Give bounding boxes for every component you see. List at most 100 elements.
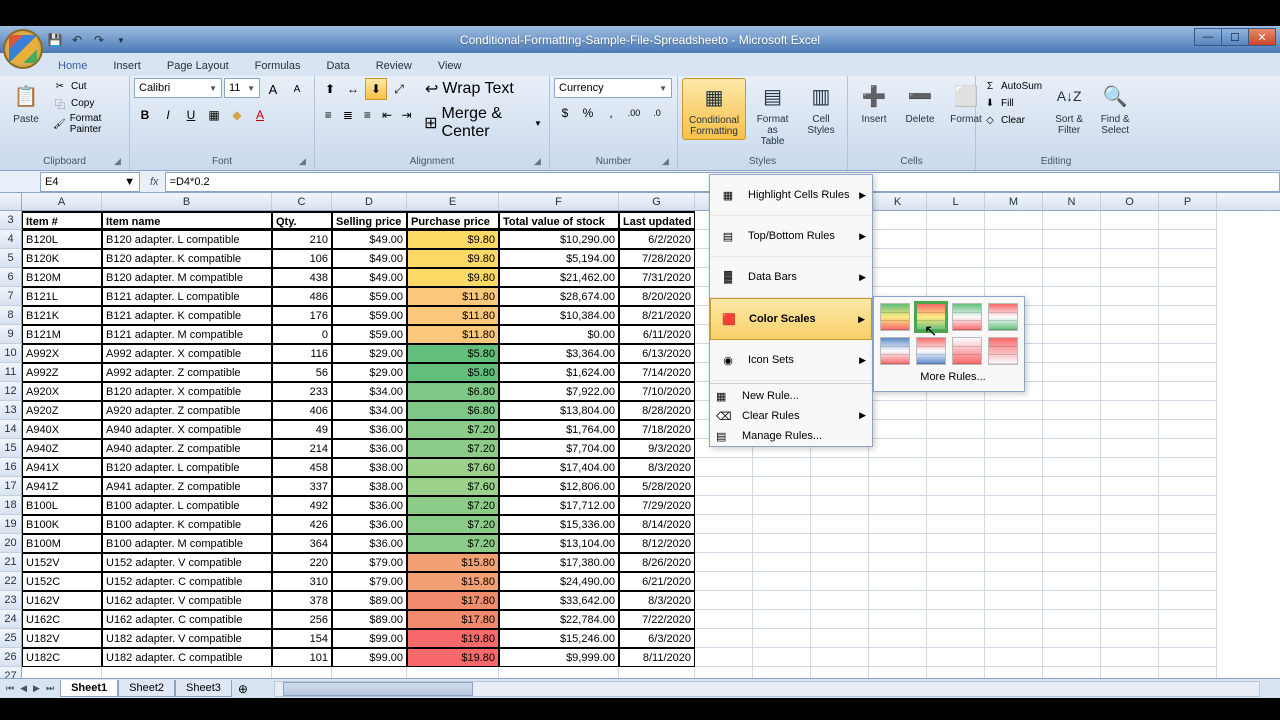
wrap-text-button[interactable]: ↩Wrap Text — [422, 78, 517, 100]
cell[interactable] — [1101, 534, 1159, 553]
cell[interactable] — [753, 610, 811, 629]
paste-button[interactable]: 📋 Paste — [4, 78, 48, 127]
cell[interactable]: B120 adapter. X compatible — [102, 382, 272, 401]
maximize-button[interactable]: ☐ — [1221, 28, 1249, 46]
cell[interactable]: $9.80 — [407, 249, 499, 268]
cell[interactable] — [1043, 306, 1101, 325]
cell[interactable] — [1159, 439, 1217, 458]
cell[interactable] — [1043, 420, 1101, 439]
cell[interactable] — [753, 553, 811, 572]
cell[interactable] — [927, 610, 985, 629]
cell[interactable] — [811, 534, 869, 553]
cell[interactable] — [1101, 591, 1159, 610]
cell[interactable] — [1043, 249, 1101, 268]
cell[interactable]: B120L — [22, 230, 102, 249]
color-scale-option-3[interactable] — [952, 303, 982, 331]
cell[interactable]: 49 — [272, 420, 332, 439]
cell[interactable] — [985, 629, 1043, 648]
cell[interactable] — [1101, 648, 1159, 667]
cell[interactable] — [1101, 610, 1159, 629]
cell[interactable]: U162C — [22, 610, 102, 629]
cell[interactable]: 337 — [272, 477, 332, 496]
cell[interactable] — [985, 610, 1043, 629]
header-cell[interactable]: Total value of stock — [499, 211, 619, 230]
cell[interactable]: $22,784.00 — [499, 610, 619, 629]
column-header-K[interactable]: K — [869, 193, 927, 210]
cell[interactable] — [985, 268, 1043, 287]
tab-data[interactable]: Data — [314, 56, 361, 76]
cell[interactable] — [1043, 496, 1101, 515]
cell[interactable] — [1043, 325, 1101, 344]
cell[interactable]: $11.80 — [407, 306, 499, 325]
cell[interactable] — [1101, 572, 1159, 591]
cell[interactable] — [985, 249, 1043, 268]
cell[interactable]: $17.80 — [407, 610, 499, 629]
cell[interactable] — [1101, 287, 1159, 306]
cell[interactable]: B100 adapter. M compatible — [102, 534, 272, 553]
cell[interactable] — [619, 667, 695, 678]
row-header-10[interactable]: 10 — [0, 344, 22, 363]
align-bottom-button[interactable]: ⬇ — [365, 78, 387, 100]
cell[interactable]: $15.80 — [407, 572, 499, 591]
cell[interactable] — [1043, 629, 1101, 648]
header-cell[interactable]: Item # — [22, 211, 102, 230]
cell[interactable]: 6/2/2020 — [619, 230, 695, 249]
cell[interactable]: B100 adapter. L compatible — [102, 496, 272, 515]
cell[interactable]: 106 — [272, 249, 332, 268]
cell[interactable] — [1101, 629, 1159, 648]
cell[interactable]: $15.80 — [407, 553, 499, 572]
cell[interactable]: $59.00 — [332, 287, 407, 306]
cut-button[interactable]: ✂Cut — [50, 78, 125, 94]
cell[interactable] — [927, 591, 985, 610]
cell[interactable]: B121K — [22, 306, 102, 325]
cell[interactable]: 7/10/2020 — [619, 382, 695, 401]
cell[interactable] — [985, 591, 1043, 610]
cell[interactable] — [927, 572, 985, 591]
sheet-nav-prev[interactable]: ◀ — [18, 681, 29, 696]
row-header-20[interactable]: 20 — [0, 534, 22, 553]
cell[interactable]: A992X — [22, 344, 102, 363]
color-scale-option-6[interactable] — [916, 337, 946, 365]
cell[interactable]: $21,462.00 — [499, 268, 619, 287]
cell[interactable] — [1159, 211, 1217, 230]
cell[interactable] — [753, 591, 811, 610]
align-top-button[interactable]: ⬆ — [319, 78, 341, 100]
cell[interactable]: B121M — [22, 325, 102, 344]
increase-decimal-button[interactable]: .00 — [623, 102, 645, 124]
orientation-button[interactable]: ⤢ — [388, 78, 410, 100]
cell[interactable]: $24,490.00 — [499, 572, 619, 591]
row-header-5[interactable]: 5 — [0, 249, 22, 268]
cell[interactable] — [1043, 344, 1101, 363]
cell[interactable] — [1159, 458, 1217, 477]
cell[interactable]: U182 adapter. V compatible — [102, 629, 272, 648]
cell[interactable] — [927, 420, 985, 439]
cell[interactable]: $13,804.00 — [499, 401, 619, 420]
cell[interactable]: 8/14/2020 — [619, 515, 695, 534]
cell[interactable] — [1101, 344, 1159, 363]
cell[interactable]: $9.80 — [407, 230, 499, 249]
cell[interactable]: 8/28/2020 — [619, 401, 695, 420]
cell[interactable]: $5.80 — [407, 344, 499, 363]
cell[interactable]: 220 — [272, 553, 332, 572]
cell[interactable] — [927, 249, 985, 268]
cell[interactable]: B120K — [22, 249, 102, 268]
cell[interactable] — [869, 648, 927, 667]
row-header-7[interactable]: 7 — [0, 287, 22, 306]
cell[interactable]: $11.80 — [407, 287, 499, 306]
manage-rules-item[interactable]: ▤ Manage Rules... — [710, 426, 872, 446]
horizontal-scrollbar[interactable] — [274, 681, 1260, 697]
cell[interactable] — [695, 610, 753, 629]
cell[interactable] — [1159, 534, 1217, 553]
cell[interactable] — [985, 439, 1043, 458]
cell[interactable] — [1159, 344, 1217, 363]
cell[interactable]: $36.00 — [332, 420, 407, 439]
cell[interactable] — [1159, 629, 1217, 648]
cell[interactable] — [1101, 382, 1159, 401]
cell[interactable]: $15,246.00 — [499, 629, 619, 648]
increase-indent-button[interactable]: ⇥ — [397, 104, 416, 126]
cell[interactable] — [102, 667, 272, 678]
cell[interactable]: A940 adapter. Z compatible — [102, 439, 272, 458]
cell[interactable] — [1159, 382, 1217, 401]
copy-button[interactable]: ⿻Copy — [50, 95, 125, 111]
cell[interactable] — [1043, 211, 1101, 230]
